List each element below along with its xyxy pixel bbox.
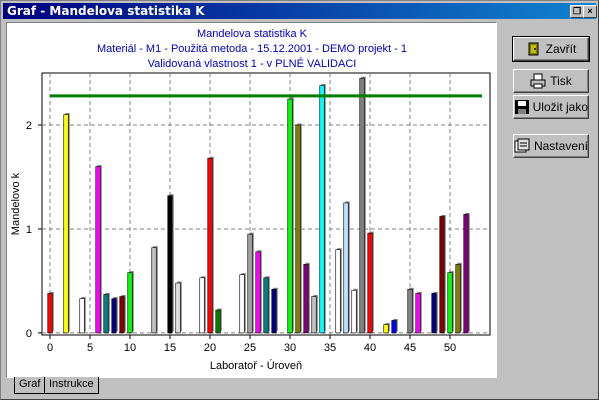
- bar: [151, 247, 157, 334]
- x-tick-label: 50: [444, 342, 456, 354]
- x-tick-label: 10: [124, 342, 136, 354]
- restore-button[interactable]: ❐: [570, 5, 584, 18]
- bar: [359, 77, 365, 334]
- bar: [311, 296, 317, 334]
- bar: [343, 202, 349, 334]
- bar: [127, 272, 133, 334]
- title-bar: Graf - Mandelova statistika K ❐ ×: [3, 3, 597, 19]
- bar: [407, 288, 413, 334]
- bar: [215, 309, 221, 334]
- y-axis-label: Mandelovo k: [10, 172, 22, 235]
- bar: [239, 274, 245, 334]
- tab-instrukce[interactable]: Instrukce: [44, 377, 99, 394]
- x-axis-label: Laboratoř - Úroveň: [210, 359, 302, 372]
- bar: [119, 296, 125, 334]
- bar: [255, 251, 261, 334]
- bar: [447, 272, 453, 334]
- y-tick-label: 1: [26, 224, 32, 236]
- settings-button-label: Nastavení: [533, 139, 588, 153]
- settings-button[interactable]: Nastavení: [513, 134, 589, 158]
- chart-area: Mandelova statistika K Materiál - M1 - Po…: [6, 22, 497, 378]
- bar: [271, 288, 277, 334]
- close-window-button[interactable]: ×: [583, 5, 597, 18]
- bar: [295, 124, 301, 334]
- printer-icon: [530, 73, 546, 89]
- tab-graf-label: Graf: [19, 378, 41, 390]
- x-tick-label: 40: [364, 342, 376, 354]
- bar: [463, 214, 469, 334]
- tab-graf[interactable]: Graf: [14, 377, 46, 394]
- bar: [47, 293, 53, 334]
- bar: [335, 249, 341, 334]
- x-tick-label: 25: [244, 342, 256, 354]
- bar: [79, 298, 85, 334]
- print-button-label: Tisk: [550, 74, 572, 88]
- close-button-label: Zavřít: [545, 42, 577, 56]
- settings-icon: [514, 138, 530, 154]
- bar: [351, 289, 357, 334]
- y-tick-label: 0: [26, 328, 32, 340]
- save-as-button-label: Uložit jako: [532, 100, 588, 114]
- door-icon: [526, 41, 542, 57]
- bar: [287, 98, 293, 334]
- chart-title-line-0: Mandelova statistika K: [197, 28, 308, 40]
- x-tick-label: 15: [164, 342, 176, 354]
- bar: [439, 216, 445, 334]
- bar: [319, 85, 325, 334]
- bar: [175, 282, 181, 334]
- tab-instrukce-label: Instrukce: [49, 378, 94, 390]
- bar: [207, 157, 213, 334]
- bar: [431, 293, 437, 334]
- chart-title-line-1: Materiál - M1 - Použitá metoda - 15.12.2…: [97, 43, 407, 55]
- bar: [415, 293, 421, 334]
- app-window: Graf - Mandelova statistika K ❐ × Mandel…: [0, 0, 599, 400]
- bar: [111, 298, 117, 334]
- bar: [455, 264, 461, 334]
- bar: [103, 294, 109, 334]
- bar: [167, 195, 173, 334]
- chart-svg: Mandelova statistika K Materiál - M1 - Po…: [10, 28, 491, 372]
- window-title: Graf - Mandelova statistika K: [7, 4, 205, 18]
- bar: [247, 233, 253, 334]
- bar: [199, 277, 205, 334]
- bar: [263, 277, 269, 334]
- y-tick-label: 2: [26, 120, 32, 132]
- x-tick-label: 30: [284, 342, 296, 354]
- chart-title-line-2: Validovaná vlastnost 1 - v PLNÉ VALIDACI: [148, 57, 357, 70]
- x-tick-label: 5: [87, 342, 93, 354]
- x-tick-label: 35: [324, 342, 336, 354]
- bar: [63, 114, 69, 334]
- x-tick-label: 20: [204, 342, 216, 354]
- x-tick-label: 45: [404, 342, 416, 354]
- bar: [95, 166, 101, 334]
- x-tick-label: 0: [47, 342, 53, 354]
- print-button[interactable]: Tisk: [513, 69, 589, 93]
- floppy-disk-icon: [514, 99, 529, 115]
- bar: [391, 320, 397, 334]
- bar: [303, 264, 309, 334]
- bar: [367, 232, 373, 334]
- bar: [383, 324, 389, 334]
- close-button[interactable]: Zavřít: [512, 36, 590, 62]
- save-as-button[interactable]: Uložit jako: [513, 95, 589, 119]
